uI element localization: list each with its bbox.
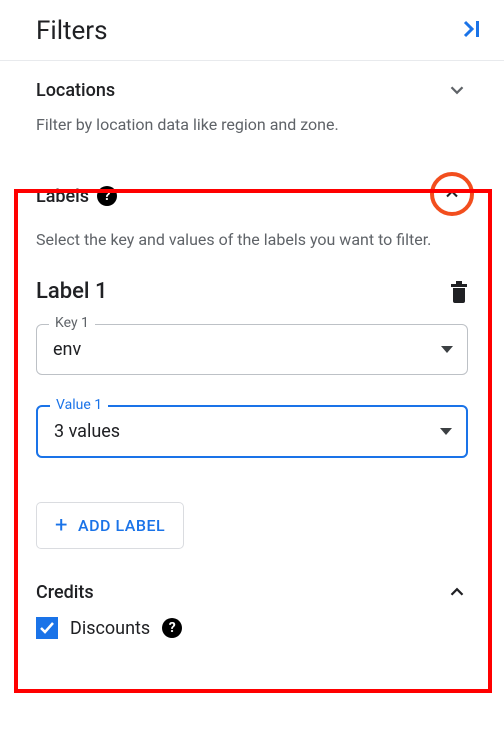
chevron-up-icon[interactable] [446, 581, 468, 603]
chevron-up-icon[interactable] [442, 184, 462, 204]
credits-title: Credits [36, 582, 94, 603]
labels-title: Labels [36, 186, 89, 207]
dropdown-arrow-icon [441, 346, 453, 353]
page-title: Filters [36, 16, 108, 46]
labels-section: Labels ? Select the key and values of th… [0, 150, 504, 563]
dropdown-arrow-icon [440, 428, 452, 435]
key-field[interactable]: Key 1 env [36, 324, 468, 375]
locations-desc: Filter by location data like region and … [36, 113, 468, 136]
help-icon[interactable]: ? [162, 618, 182, 638]
collapse-panel-button[interactable] [462, 19, 484, 44]
value-field-value: 3 values [54, 421, 120, 442]
value-field-label: Value 1 [50, 397, 108, 413]
plus-icon: + [55, 513, 68, 538]
labels-desc: Select the key and values of the labels … [36, 228, 468, 251]
discounts-label: Discounts [70, 618, 150, 639]
locations-section: Locations Filter by location data like r… [0, 61, 504, 150]
add-label-text: ADD LABEL [78, 516, 165, 535]
value-field[interactable]: Value 1 3 values [36, 405, 468, 458]
delete-icon[interactable] [450, 281, 468, 303]
label-block-title: Label 1 [36, 279, 107, 304]
highlight-circle [430, 172, 474, 216]
credits-section: Credits Discounts ? [0, 563, 504, 639]
add-label-button[interactable]: + ADD LABEL [36, 502, 184, 549]
discounts-checkbox[interactable] [36, 617, 58, 639]
help-icon[interactable]: ? [97, 186, 117, 206]
key-field-label: Key 1 [49, 315, 95, 331]
label-block-1: Label 1 Key 1 env Value 1 3 values + A [36, 279, 468, 549]
locations-title: Locations [36, 80, 115, 101]
chevron-down-icon[interactable] [446, 79, 468, 101]
key-field-value: env [53, 339, 81, 360]
